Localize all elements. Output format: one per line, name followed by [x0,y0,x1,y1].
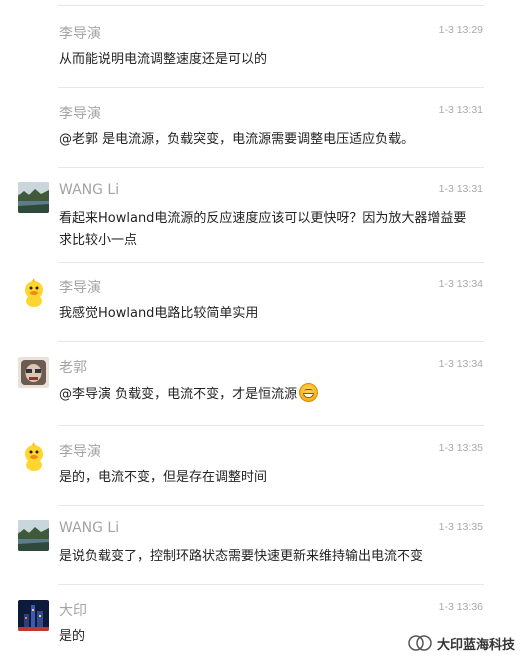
divider [58,167,484,168]
comment-time: 1-3 13:34 [438,278,483,290]
comment-time: 1-3 13:35 [438,442,483,454]
comment-text: @李导演 负载变，电流不变，才是恒流源 [59,383,479,406]
comment-time: 1-3 13:31 [438,104,483,116]
watermark: 大印蓝海科技 [407,632,515,654]
comment-author[interactable]: 老郭 [59,357,87,377]
divider [58,87,484,88]
comment-text: 看起来Howland电流源的反应速度应该可以更快呀？因为放大器增益要求比较小一点 [59,211,467,248]
comment-text: 从而能说明电流调整速度还是可以的 [59,52,268,67]
divider [58,584,484,585]
comment-time: 1-3 13:36 [438,601,483,613]
divider [58,5,484,6]
cartoon-avatar[interactable] [18,357,49,388]
comment-time: 1-3 13:31 [438,183,483,195]
duck-avatar[interactable] [18,441,49,472]
comment-author[interactable]: 李导演 [59,441,101,461]
city-night-avatar[interactable] [18,600,49,631]
comment-author[interactable]: WANG Li [59,182,119,198]
comment-text-content: @李导演 负载变，电流不变，才是恒流源 [59,387,298,402]
watermark-text: 大印蓝海科技 [436,637,515,653]
comment-author[interactable]: 李导演 [59,277,101,297]
comment-time: 1-3 13:29 [438,24,483,36]
wechat-channel-icon [408,635,432,651]
comment-author[interactable]: 李导演 [59,103,101,123]
landscape-avatar[interactable] [18,520,49,551]
comment-author[interactable]: WANG Li [59,520,119,536]
comment-text: 是的，电流不变，但是存在调整时间 [59,470,268,485]
landscape-avatar[interactable] [18,182,49,213]
divider [58,341,484,342]
comment-text: 是说负载变了，控制环路状态需要快速更新来维持输出电流不变 [59,549,424,564]
comment-author[interactable]: 大印 [59,600,87,620]
comment-time: 1-3 13:35 [438,521,483,533]
comment-text: 我感觉Howland电路比较简单实用 [59,306,259,321]
comment-time: 1-3 13:34 [438,358,483,370]
grin-emoji-icon [299,383,319,402]
comment-author[interactable]: 李导演 [59,23,101,43]
divider [58,262,484,263]
comment-text: @老郭 是电流源，负载突变，电流源需要调整电压适应负载。 [59,132,415,147]
divider [58,425,484,426]
divider [58,505,484,506]
duck-avatar[interactable] [18,277,49,308]
